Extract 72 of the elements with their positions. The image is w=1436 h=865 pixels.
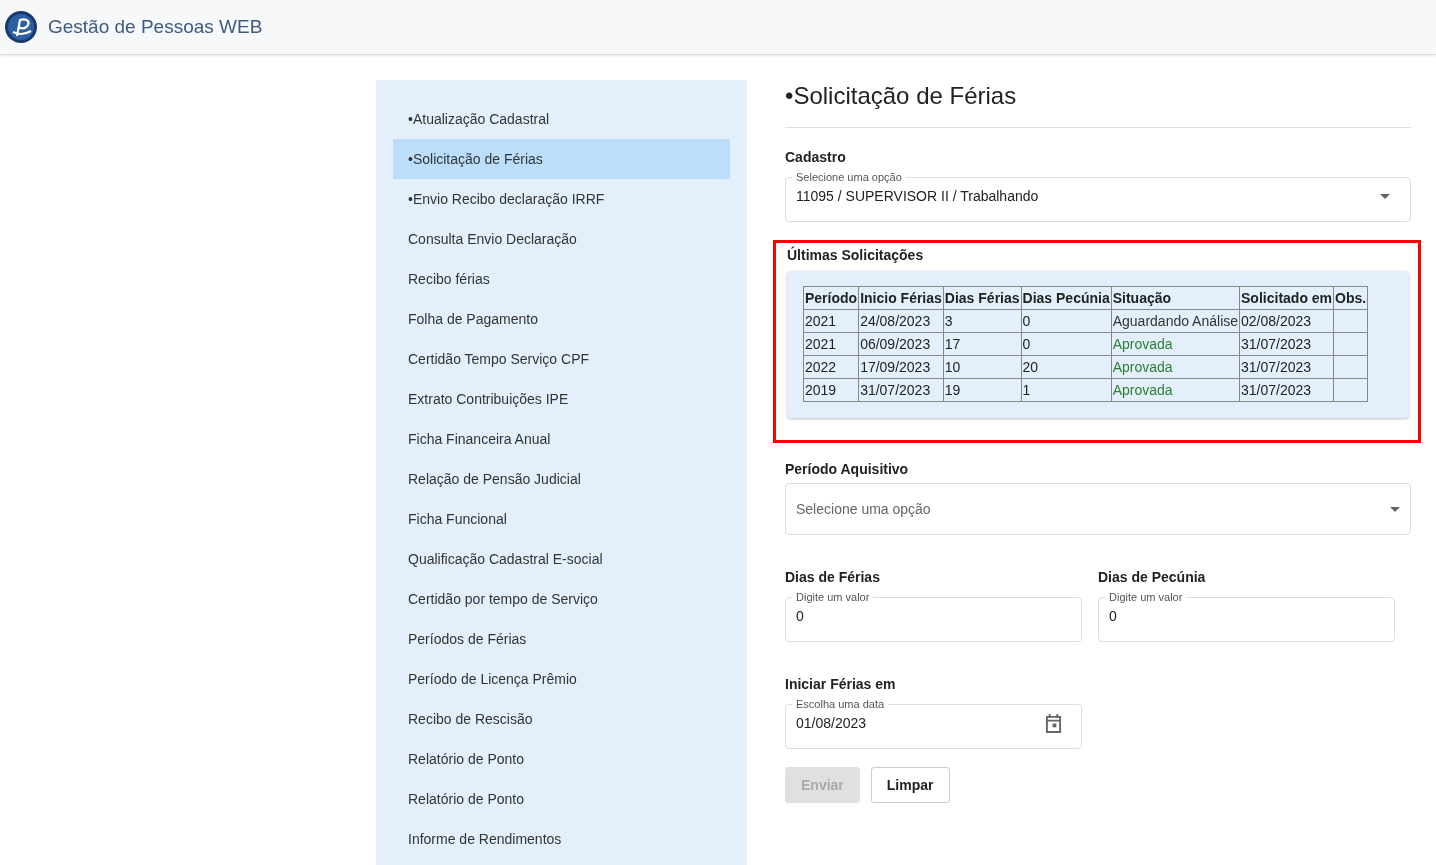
table-cell: 10: [943, 355, 1022, 379]
caret-icon: [1380, 193, 1390, 199]
table-cell: 17: [943, 332, 1022, 356]
column-header: Período: [803, 286, 859, 310]
sidebar-item[interactable]: Períodos de Férias: [393, 619, 730, 659]
table-cell: 31/07/2023: [1239, 332, 1334, 356]
sidebar-item[interactable]: Certidão por tempo de Serviço: [393, 579, 730, 619]
table-cell: 20: [1021, 355, 1112, 379]
caret-icon: [1390, 506, 1400, 512]
sidebar-item[interactable]: Período de Licença Prêmio: [393, 659, 730, 699]
table-cell: 3: [943, 309, 1022, 333]
table-cell: 2021: [803, 332, 859, 356]
sidebar-item[interactable]: •Solicitação de Férias: [393, 139, 730, 179]
sidebar-item[interactable]: •Envio Recibo declaração IRRF: [393, 179, 730, 219]
table-cell: 2019: [803, 378, 859, 402]
table-cell: [1333, 355, 1368, 379]
sidebar-item[interactable]: Extrato Contribuições IPE: [393, 379, 730, 419]
table-cell: 2021: [803, 309, 859, 333]
table-cell: 2022: [803, 355, 859, 379]
column-header: Situação: [1111, 286, 1240, 310]
sidebar-item[interactable]: Relatório de Ponto: [393, 739, 730, 779]
field-label: Iniciar Férias em: [785, 676, 897, 692]
column-header: Inicio Férias: [858, 286, 944, 310]
column-header: Solicitado em: [1239, 286, 1334, 310]
column-header: Dias Férias: [943, 286, 1022, 310]
table-cell: 24/08/2023: [858, 309, 944, 333]
status-cell: Aprovada: [1111, 332, 1240, 356]
page-title: •Solicitação de Férias: [785, 82, 1018, 110]
calendar-icon[interactable]: [1045, 713, 1062, 733]
table-cell: [1333, 309, 1368, 333]
sidebar-item[interactable]: Ficha Funcional: [393, 499, 730, 539]
sidebar-item[interactable]: Ficha Financeira Anual: [393, 419, 730, 459]
sidebar-item[interactable]: Qualificação Cadastral E-social: [393, 539, 730, 579]
table-cell: 06/09/2023: [858, 332, 944, 356]
sidebar-item[interactable]: •Atualização Cadastral: [393, 99, 730, 139]
column-header: Obs.: [1333, 286, 1368, 310]
table-cell: 0: [1021, 309, 1112, 333]
number-field[interactable]: Digite um valor 0: [1098, 591, 1395, 642]
table-cell: 02/08/2023: [1239, 309, 1334, 333]
sidebar-item[interactable]: Recibo férias: [393, 259, 730, 299]
table-cell: 31/07/2023: [1239, 378, 1334, 402]
table-cell: 19: [943, 378, 1022, 402]
field-label: Cadastro: [785, 149, 847, 165]
section-title: Últimas Solicitações: [787, 247, 925, 263]
sidebar-item[interactable]: Certidão Tempo Serviço CPF: [393, 339, 730, 379]
action-button[interactable]: Limpar: [870, 767, 950, 803]
table-cell: 17/09/2023: [858, 355, 944, 379]
logo-icon: [4, 10, 38, 44]
app-title: Gestão de Pessoas WEB: [48, 16, 263, 38]
table-cell: 0: [1021, 332, 1112, 356]
select-field[interactable]: Selecione uma opção 11095 / SUPERVISOR II / Trabalhando: [785, 171, 1411, 222]
sidebar-item[interactable]: Relação de Pensão Judicial: [393, 459, 730, 499]
status-cell: Aprovada: [1111, 355, 1240, 379]
table-cell: 31/07/2023: [858, 378, 944, 402]
table-cell: 1: [1021, 378, 1112, 402]
status-cell: Aprovada: [1111, 378, 1240, 402]
sidebar-item[interactable]: Relatório de Ponto: [393, 779, 730, 819]
table-cell: 31/07/2023: [1239, 355, 1334, 379]
field-label: Período Aquisitivo: [785, 461, 910, 477]
table-cell: [1333, 378, 1368, 402]
column-header: Dias Pecúnia: [1021, 286, 1112, 310]
sidebar-item[interactable]: Folha de Pagamento: [393, 299, 730, 339]
table-cell: [1333, 332, 1368, 356]
sidebar-item[interactable]: Consulta Envio Declaração: [393, 219, 730, 259]
field-label: Dias de Férias: [785, 569, 881, 585]
status-cell: Aguardando Análise: [1111, 309, 1240, 333]
number-field[interactable]: Digite um valor 0: [785, 591, 1082, 642]
sidebar-item[interactable]: Informe de Rendimentos: [393, 819, 730, 859]
sidebar-item[interactable]: Recibo de Rescisão: [393, 699, 730, 739]
date-field[interactable]: Escolha uma data 01/08/2023: [785, 698, 1082, 749]
field-label: Dias de Pecúnia: [1098, 569, 1207, 585]
select-field[interactable]: Selecione uma opção: [785, 483, 1411, 535]
